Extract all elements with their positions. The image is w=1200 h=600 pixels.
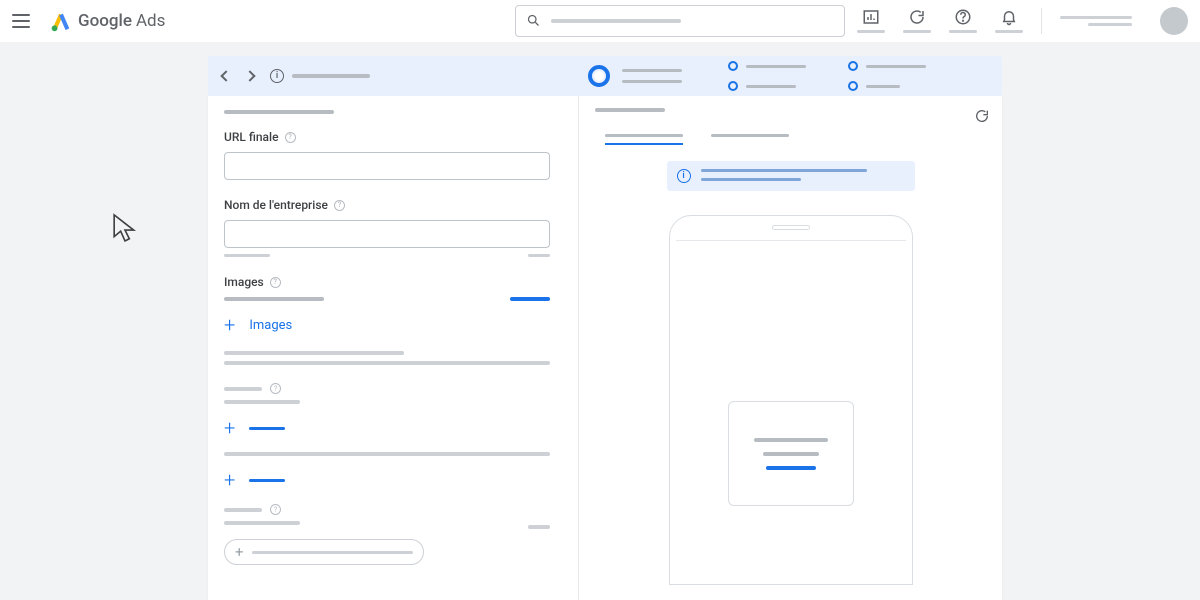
- preview-title: [595, 108, 665, 112]
- help-icon[interactable]: ?: [270, 383, 281, 394]
- phone-speaker: [772, 225, 810, 230]
- help-icon[interactable]: ?: [270, 504, 281, 515]
- add-images-label: Images: [249, 318, 292, 333]
- help-icon[interactable]: ?: [334, 200, 345, 211]
- final-url-input[interactable]: [224, 152, 550, 180]
- sub-label: [224, 387, 262, 391]
- preview-tabs: [605, 134, 986, 145]
- refresh-icon[interactable]: [974, 108, 990, 124]
- sub-label: [224, 508, 262, 512]
- counter: [528, 525, 550, 529]
- add-item-button-2[interactable]: +: [224, 470, 562, 490]
- stepper-crumb: [292, 74, 370, 78]
- logo-text-ads: Ads: [136, 11, 165, 31]
- add-link: [249, 427, 285, 430]
- bell-icon: [1000, 8, 1018, 26]
- reports-button[interactable]: [857, 8, 885, 33]
- device-preview: [669, 215, 913, 585]
- refresh-button[interactable]: [903, 8, 931, 33]
- ad-preview-card: [728, 401, 854, 506]
- add-images-button[interactable]: + Images: [224, 315, 562, 335]
- info-icon[interactable]: i: [270, 69, 284, 83]
- step-indicator-active: [588, 65, 610, 87]
- app-header: Google Ads: [0, 0, 1200, 42]
- help-icon[interactable]: ?: [285, 132, 296, 143]
- help-icon: [954, 8, 972, 26]
- bar-chart-icon: [862, 8, 880, 26]
- help-button[interactable]: [949, 8, 977, 33]
- hamburger-menu-icon[interactable]: [12, 14, 30, 28]
- stepper-group-3: [848, 61, 926, 91]
- chevron-left-icon[interactable]: [220, 70, 231, 81]
- step-ring-icon: [728, 81, 738, 91]
- stepper-current: [588, 65, 682, 87]
- page-canvas: i URL finale ?: [0, 42, 1200, 600]
- header-toolbar: [857, 7, 1188, 35]
- chevron-right-icon[interactable]: [244, 70, 255, 81]
- chip-placeholder: [252, 551, 413, 554]
- stepper-bar: i: [208, 56, 1002, 96]
- logo[interactable]: Google Ads: [50, 10, 165, 32]
- business-name-input[interactable]: [224, 220, 550, 248]
- editor-card: URL finale ? Nom de l'entreprise ? Image…: [208, 96, 1002, 600]
- chip-input[interactable]: +: [224, 539, 424, 565]
- google-ads-logo-icon: [50, 10, 72, 32]
- logo-text-google: Google: [78, 11, 132, 31]
- stepper-group-2: [728, 61, 806, 91]
- cursor-pointer-icon: [112, 212, 138, 246]
- refresh-icon: [908, 8, 926, 26]
- final-url-label: URL finale ?: [224, 130, 562, 144]
- plus-icon: +: [224, 315, 235, 335]
- plus-icon: +: [224, 470, 235, 490]
- notifications-button[interactable]: [995, 8, 1023, 33]
- images-label: Images ?: [224, 275, 562, 289]
- add-item-button-1[interactable]: +: [224, 418, 562, 438]
- help-icon[interactable]: ?: [270, 277, 281, 288]
- step-ring-icon: [848, 61, 858, 71]
- section-title: [224, 110, 334, 114]
- images-subrow: [224, 297, 550, 301]
- plus-icon: +: [235, 543, 244, 561]
- info-icon: i: [677, 169, 691, 183]
- form-column: URL finale ? Nom de l'entreprise ? Image…: [208, 96, 578, 600]
- search-icon: [526, 13, 541, 28]
- step-ring-icon: [848, 81, 858, 91]
- search-input[interactable]: [515, 5, 845, 37]
- step-ring-icon: [728, 61, 738, 71]
- preview-tab-1[interactable]: [605, 134, 683, 145]
- business-name-label: Nom de l'entreprise ?: [224, 198, 562, 212]
- phone-screen: [676, 240, 906, 584]
- images-link[interactable]: [510, 297, 550, 301]
- helper-text: [224, 400, 300, 404]
- info-callout: i: [667, 161, 915, 191]
- divider: [1041, 8, 1042, 34]
- add-link: [249, 479, 285, 482]
- plus-icon: +: [224, 418, 235, 438]
- preview-column: i: [579, 96, 1002, 600]
- avatar[interactable]: [1160, 7, 1188, 35]
- preview-tab-2[interactable]: [711, 134, 789, 145]
- helper-text: [224, 452, 550, 456]
- search-placeholder: [551, 19, 681, 23]
- account-info: [1060, 16, 1132, 26]
